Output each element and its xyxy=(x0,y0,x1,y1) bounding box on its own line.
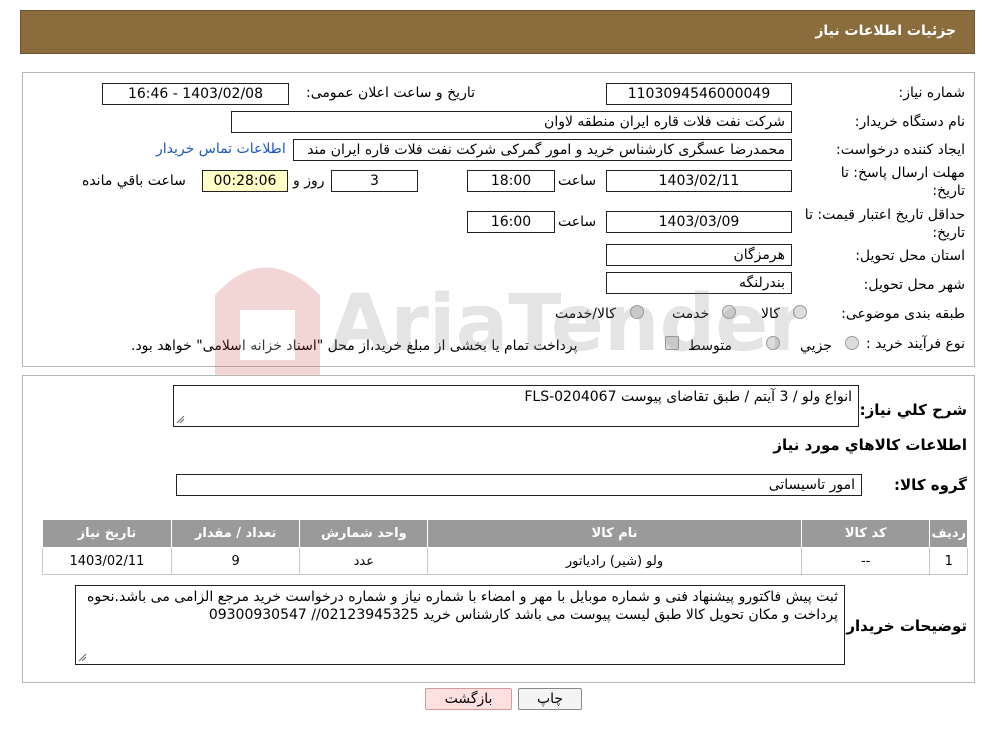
city-field: بندرلنگه xyxy=(606,272,792,294)
items-table: رديف کد کالا نام کالا واحد شمارش تعداد /… xyxy=(42,519,968,575)
summary-label: شرح کلي نياز: xyxy=(859,401,967,419)
buyer-notes-label: توضیحات خریدار: xyxy=(840,617,967,635)
back-button[interactable]: بازگشت xyxy=(425,688,512,710)
col-code-header: کد کالا xyxy=(800,519,931,548)
process-medium-radio[interactable] xyxy=(766,336,780,350)
category-goods-label: کالا xyxy=(761,306,780,322)
category-both-label: کالا/خدمت xyxy=(555,306,616,322)
deadline-time-label: ساعت xyxy=(558,173,597,189)
province-label: استان محل تحویل: xyxy=(855,248,965,264)
creator-field: محمدرضا عسگری کارشناس خرید و امور گمرکی … xyxy=(293,139,792,161)
resize-grip-icon[interactable] xyxy=(78,653,87,662)
days-label: روز و xyxy=(293,173,325,189)
category-goods-radio[interactable] xyxy=(793,305,807,319)
cell-qty: 9 xyxy=(170,547,301,575)
validity-time-field: 16:00 xyxy=(467,211,555,233)
summary-text: انواع ولو / 3 آیتم / طبق تقاضای پیوست FL… xyxy=(524,389,852,405)
page-title: جزئیات اطلاعات نیاز xyxy=(815,23,956,39)
announce-label: تاریخ و ساعت اعلان عمومی: xyxy=(306,85,475,101)
creator-label: ایجاد کننده درخواست: xyxy=(836,142,965,158)
col-row-header: رديف xyxy=(929,519,968,548)
cell-code: -- xyxy=(800,547,931,575)
table-row: 1 -- ولو (شیر) رادیاتور عدد 9 1403/02/11 xyxy=(42,547,968,575)
remaining-label: ساعت باقي مانده xyxy=(82,173,186,189)
category-both-radio[interactable] xyxy=(630,305,644,319)
items-section-title: اطلاعات کالاهاي مورد نياز xyxy=(773,436,967,454)
process-medium-label: متوسط xyxy=(688,338,732,354)
category-service-label: خدمت xyxy=(672,306,710,322)
buyer-notes-text: ثبت پیش فاکتورو پیشنهاد فنی و شماره موبا… xyxy=(87,589,838,623)
remaining-time-field: 00:28:06 xyxy=(202,170,288,192)
col-unit-header: واحد شمارش xyxy=(299,519,429,548)
validity-label-2: تاریخ: xyxy=(932,225,965,241)
page-header: جزئیات اطلاعات نیاز xyxy=(20,10,975,54)
validity-date-field: 1403/03/09 xyxy=(606,211,792,233)
deadline-time-field: 18:00 xyxy=(467,170,555,192)
col-name-header: نام کالا xyxy=(427,519,802,548)
buyer-org-field: شرکت نفت فلات قاره ایران منطقه لاوان xyxy=(231,111,792,133)
process-treasury-note: پرداخت تمام یا بخشی از مبلغ خرید،از محل … xyxy=(131,338,578,354)
category-label: طبقه بندی موضوعی: xyxy=(841,306,965,322)
goods-group-label: گروه کالا: xyxy=(894,476,967,494)
need-number-field: 1103094546000049 xyxy=(606,83,792,105)
validity-time-label: ساعت xyxy=(558,214,597,230)
process-label: نوع فرآیند خرید : xyxy=(866,336,965,352)
buyer-notes-textarea: ثبت پیش فاکتورو پیشنهاد فنی و شماره موبا… xyxy=(75,585,845,665)
process-minor-radio[interactable] xyxy=(845,336,859,350)
cell-date: 1403/02/11 xyxy=(42,547,172,575)
deadline-label: مهلت ارسال پاسخ: تا xyxy=(840,165,965,181)
cell-row: 1 xyxy=(929,547,968,575)
table-header-row: رديف کد کالا نام کالا واحد شمارش تعداد /… xyxy=(42,519,968,548)
cell-unit: عدد xyxy=(299,547,429,575)
province-field: هرمزگان xyxy=(606,244,792,266)
buyer-org-label: نام دستگاه خریدار: xyxy=(854,114,965,130)
city-label: شهر محل تحویل: xyxy=(863,277,965,293)
resize-grip-icon[interactable] xyxy=(176,415,185,424)
print-button[interactable]: چاپ xyxy=(518,688,582,710)
deadline-date-field: 1403/02/11 xyxy=(606,170,792,192)
col-qty-header: تعداد / مقدار xyxy=(170,519,301,548)
announce-datetime-field: 1403/02/08 - 16:46 xyxy=(102,83,289,105)
deadline-label-2: تاریخ: xyxy=(932,183,965,199)
col-date-header: تاريخ نياز xyxy=(42,519,172,548)
process-treasury-checkbox[interactable] xyxy=(665,336,679,350)
goods-group-field: امور تاسیساتی xyxy=(176,474,862,496)
need-number-label: شماره نیاز: xyxy=(898,85,966,101)
buyer-contact-link[interactable]: اطلاعات تماس خریدار xyxy=(156,141,286,157)
category-service-radio[interactable] xyxy=(722,305,736,319)
cell-name: ولو (شیر) رادیاتور xyxy=(427,547,802,575)
process-minor-label: جزیي xyxy=(800,338,832,354)
days-remaining-field: 3 xyxy=(331,170,418,192)
summary-textarea: انواع ولو / 3 آیتم / طبق تقاضای پیوست FL… xyxy=(173,385,859,427)
validity-label: حداقل تاریخ اعتبار قیمت: تا xyxy=(804,207,965,223)
